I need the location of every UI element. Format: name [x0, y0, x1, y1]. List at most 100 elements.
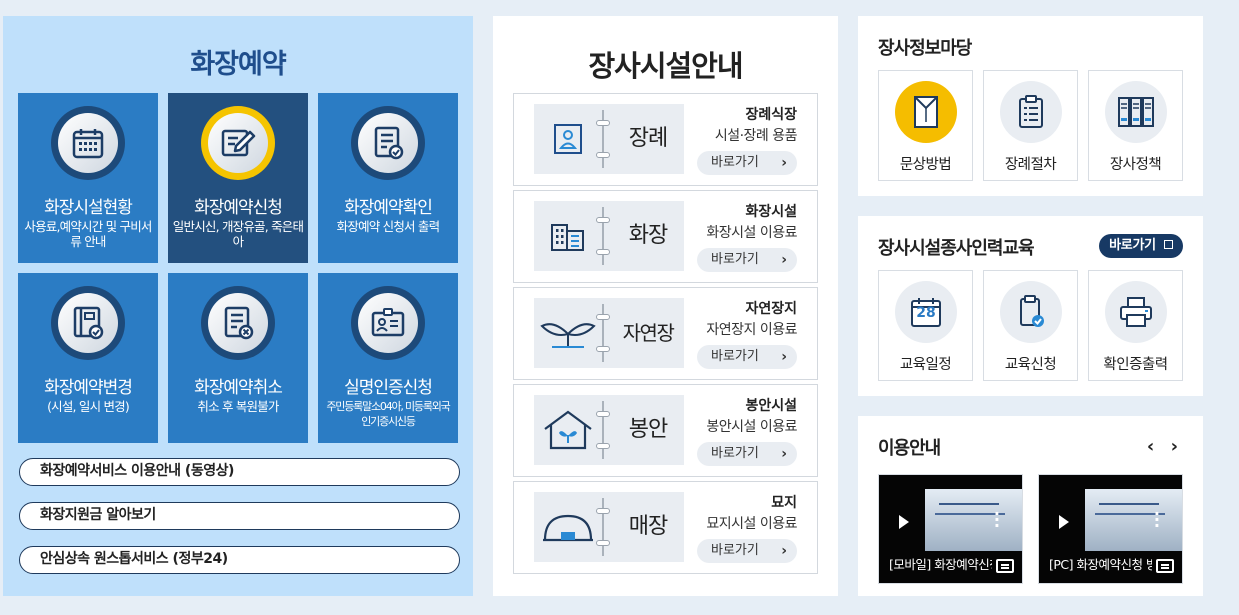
- facility-info-sub: 자연장지 이용료: [706, 322, 797, 338]
- facility-info-title: 자연장지: [745, 301, 797, 317]
- play-icon[interactable]: [899, 515, 909, 529]
- document-cancel-icon: [224, 306, 254, 340]
- card-certificate-print[interactable]: 확인증출력: [1088, 270, 1183, 381]
- video-pc-guide[interactable]: ··· [PC] 화장예약신청 방법: [1038, 474, 1183, 584]
- person-frame-icon: [554, 124, 582, 154]
- card-label: 교육일정: [899, 357, 952, 373]
- video-title: [모바일] 화장예약신청 방법: [889, 557, 992, 572]
- card-label: 문상방법: [899, 157, 952, 173]
- link-inheritance-onestop[interactable]: 안심상속 원스톱서비스 (정부24): [19, 546, 460, 574]
- card-condolence-method[interactable]: 문상방법: [878, 70, 973, 181]
- tile-desc: 취소 후 복원불가: [197, 399, 279, 414]
- tile-reservation-change[interactable]: 화장예약변경 (시설, 일시 변경): [18, 273, 158, 443]
- tile-real-name-auth[interactable]: 실명인증신청 주민등록말소04아, 미등록외국인기증시신등: [318, 273, 458, 443]
- video-mobile-guide[interactable]: ··· [모바일] 화장예약신청 방법: [878, 474, 1023, 584]
- house-plant-icon: [544, 410, 592, 450]
- card-label: 확인증출력: [1103, 357, 1168, 373]
- facility-info-title: 화장시설: [745, 204, 797, 220]
- caption-icon: [996, 559, 1014, 573]
- video-title: [PC] 화장예약신청 방법: [1049, 557, 1152, 572]
- video-thumbnail: [1085, 489, 1182, 551]
- clipboard-icon: [1019, 95, 1043, 128]
- facility-info-sub: 시설·장례 용품: [714, 128, 798, 144]
- grave-mound-icon: [543, 514, 593, 542]
- facility-name: 봉안: [628, 417, 668, 442]
- printer-icon: [1120, 297, 1152, 327]
- card-funeral-policy[interactable]: 장사정책: [1088, 70, 1183, 181]
- binders-icon: [1118, 97, 1154, 127]
- tile-title: 화장예약변경: [44, 378, 133, 398]
- tile-desc: 화장예약 신청서 출력: [336, 219, 440, 234]
- facility-go-button[interactable]: 바로가기 ›: [697, 442, 797, 466]
- tile-reservation-confirm[interactable]: 화장예약확인 화장예약 신청서 출력: [318, 93, 458, 263]
- chevron-right-icon: ›: [781, 446, 787, 462]
- facility-crematorium: 화장 화장시설 화장시설 이용료 바로가기 ›: [513, 190, 818, 283]
- carousel-arrows[interactable]: ‹ ›: [1147, 436, 1183, 457]
- sprout-icon: [540, 323, 596, 348]
- tile-desc: 일반시신, 개장유골, 죽은태아: [172, 219, 304, 249]
- facility-name: 장례: [628, 126, 668, 151]
- tile-title: 화장예약취소: [194, 378, 283, 398]
- facility-info-sub: 묘지시설 이용료: [706, 516, 797, 532]
- tile-title: 실명인증신청: [344, 378, 433, 398]
- facility-info-sub: 화장시설 이용료: [706, 225, 797, 241]
- facilities-panel: 장사시설안내 장례 장례식장 시설·장례 용품 바로가기 › 화장 화장시설 화…: [493, 16, 838, 596]
- chevron-right-icon: ›: [781, 543, 787, 559]
- envelope-icon: [914, 96, 938, 128]
- play-icon[interactable]: [1059, 515, 1069, 529]
- card-education-apply[interactable]: 교육신청: [983, 270, 1078, 381]
- facility-info-sub: 봉안시설 이용료: [706, 419, 797, 435]
- facility-name: 매장: [628, 514, 668, 539]
- education-title: 장사시설종사인력교육: [878, 238, 1035, 259]
- facility-go-button[interactable]: 바로가기 ›: [697, 345, 797, 369]
- video-thumbnail: [925, 489, 1022, 551]
- chevron-right-icon: ›: [781, 349, 787, 365]
- facility-info-title: 묘지: [771, 495, 797, 511]
- id-card-icon: [371, 308, 405, 337]
- guide-panel: 이용안내 ‹ › ··· [모바일] 화장예약신청 방법 ··· [PC] 화장…: [858, 416, 1203, 596]
- tile-desc: 사용료,예약시간 및 구비서류 안내: [24, 219, 152, 249]
- tile-reservation-cancel[interactable]: 화장예약취소 취소 후 복원불가: [168, 273, 308, 443]
- facility-go-button[interactable]: 바로가기 ›: [697, 539, 797, 563]
- card-label: 장사정책: [1109, 157, 1162, 173]
- tile-reservation-apply[interactable]: 화장예약신청 일반시신, 개장유골, 죽은태아: [168, 93, 308, 263]
- facilities-title: 장사시설안내: [588, 49, 743, 83]
- chevron-right-icon: ›: [781, 155, 787, 171]
- caption-icon: [1156, 559, 1174, 573]
- building-icon: [551, 224, 584, 251]
- facility-info-title: 봉안시설: [745, 398, 797, 414]
- card-education-schedule[interactable]: 28 교육일정: [878, 270, 973, 381]
- calendar-day: 28: [916, 305, 936, 321]
- facility-enshrinement: 봉안 봉안시설 봉안시설 이용료 바로가기 ›: [513, 384, 818, 477]
- document-check-icon: [374, 126, 404, 160]
- notebook-check-icon: [73, 306, 104, 340]
- education-shortcut-button[interactable]: 바로가기: [1099, 234, 1183, 258]
- tile-facility-status[interactable]: 화장시설현황 사용료,예약시간 및 구비서류 안내: [18, 93, 158, 263]
- more-vertical-icon[interactable]: · · ·: [1154, 506, 1160, 534]
- facility-natural-burial: 자연장 자연장지 자연장지 이용료 바로가기 ›: [513, 287, 818, 380]
- calendar-icon: [72, 129, 104, 159]
- link-service-guide-video[interactable]: 화장예약서비스 이용안내 (동영상): [19, 458, 460, 486]
- card-label: 교육신청: [1004, 357, 1057, 373]
- more-vertical-icon[interactable]: · · ·: [994, 506, 1000, 534]
- tile-desc: 주민등록말소04아, 미등록외국인기증시신등: [326, 400, 450, 428]
- facility-name: 화장: [628, 223, 668, 248]
- facility-name: 자연장: [622, 321, 675, 345]
- tile-title: 화장시설현황: [44, 198, 133, 218]
- link-cremation-subsidy[interactable]: 화장지원금 알아보기: [19, 502, 460, 530]
- guide-title: 이용안내: [878, 438, 941, 459]
- facility-funeral-hall: 장례 장례식장 시설·장례 용품 바로가기 ›: [513, 93, 818, 186]
- cremation-panel: 화장예약 화장시설현황 사용료,예약시간 및 구비서류 안내 화장예약신청 일반…: [3, 16, 473, 596]
- chevron-right-icon: ›: [781, 252, 787, 268]
- facility-go-button[interactable]: 바로가기 ›: [697, 248, 797, 272]
- external-link-icon: [1164, 240, 1173, 249]
- card-funeral-procedure[interactable]: 장례절차: [983, 70, 1078, 181]
- clipboard-check-icon: [1020, 295, 1044, 327]
- education-panel: 장사시설종사인력교육 바로가기 28 교육일정 교육신청 확인증출력: [858, 216, 1203, 396]
- facility-go-button[interactable]: 바로가기 ›: [697, 151, 797, 175]
- funeral-info-panel: 장사정보마당 문상방법 장례절차 장사정책: [858, 16, 1203, 196]
- edit-form-icon: [221, 129, 256, 157]
- tile-title: 화장예약신청: [194, 198, 283, 218]
- tile-desc: (시설, 일시 변경): [47, 399, 130, 414]
- cremation-title: 화장예약: [190, 49, 286, 80]
